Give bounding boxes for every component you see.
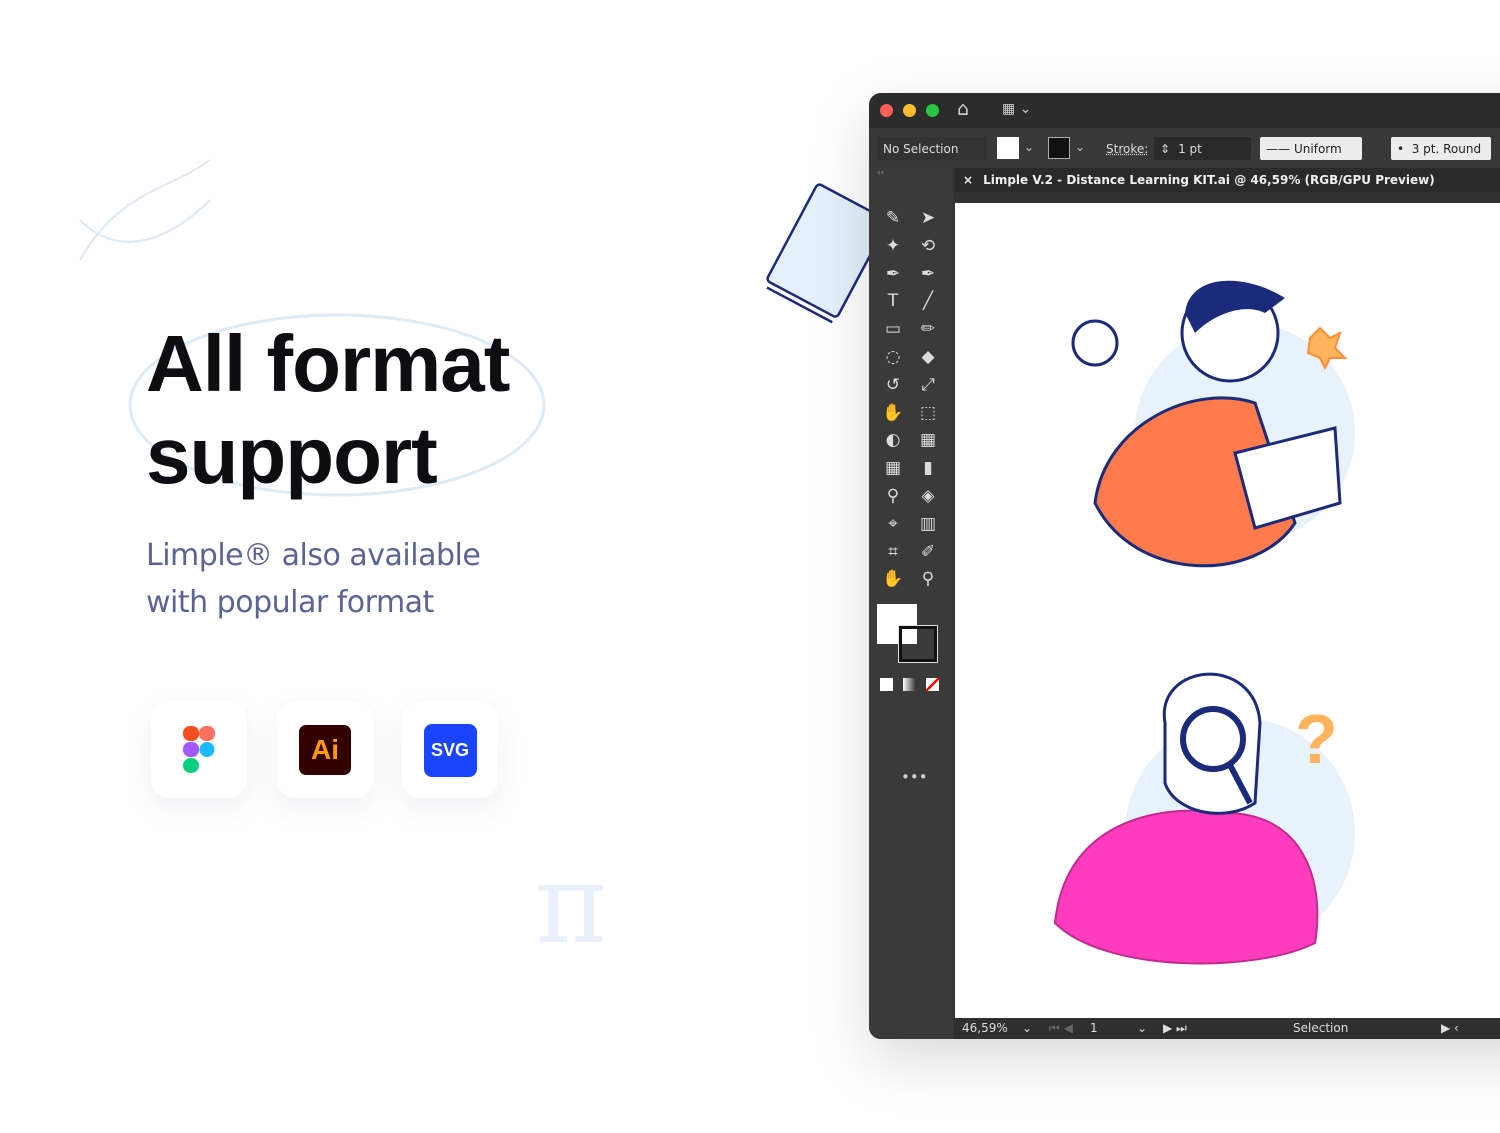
subtitle: Limple® also available with popular forma… [146,532,480,626]
home-icon[interactable]: ⌂ [957,98,969,120]
svg-text:?: ? [1295,700,1338,778]
more-tools-icon[interactable]: ••• [901,768,928,786]
page-title: All format support [146,318,509,502]
tool-button-20[interactable]: ⚲ [878,484,908,508]
chevron-down-icon[interactable]: ⌄ [1024,140,1034,154]
artboard-canvas[interactable]: ? [955,203,1500,1018]
svg-icon: SVG [424,724,477,777]
tool-button-14[interactable]: ✋ [878,401,908,425]
color-mode-button[interactable] [880,678,893,691]
chevron-down-icon[interactable]: ⌄ [1137,1021,1147,1035]
none-mode-button[interactable] [926,678,939,691]
illustrator-icon: Ai [299,725,351,775]
illustrator-card: Ai [277,702,373,798]
chevron-down-icon[interactable]: ⌄ [1022,1021,1032,1035]
next-artboard-icon[interactable]: ▶ ⏭ [1163,1021,1187,1036]
stroke-weight-value[interactable]: 1 pt [1178,142,1202,156]
status-menu-icon[interactable]: ▶ ‹ [1441,1021,1459,1035]
illustrator-window: ⌂ ▦ ⌄ No Selection ⌄ ⌄ Stroke: ⇕ 1 pt —— … [869,93,1500,1039]
tool-button-21[interactable]: ◈ [913,484,943,508]
tool-button-15[interactable]: ⬚ [913,401,943,425]
tool-button-23[interactable]: ▥ [913,512,943,536]
dna-decoration [60,150,230,280]
tool-button-2[interactable]: ✦ [878,234,908,258]
document-tab[interactable]: × Limple V.2 - Distance Learning KIT.ai @… [955,168,1500,192]
title-bar: ⌂ ▦ ⌄ [869,93,1500,128]
tool-button-16[interactable]: ◐ [878,428,908,452]
figma-icon [183,726,215,774]
tool-button-10[interactable]: ◌ [878,345,908,369]
collapse-panel-icon[interactable]: ‹‹ [877,168,884,178]
control-bar: No Selection ⌄ ⌄ Stroke: ⇕ 1 pt —— Unifor… [869,128,1500,168]
stroke-weight-field[interactable]: ⇕ 1 pt [1154,137,1251,160]
tool-button-13[interactable]: ⤢ [913,373,943,397]
gradient-mode-button[interactable] [903,678,916,691]
tool-button-17[interactable]: ▦ [913,428,943,452]
tool-button-6[interactable]: T [878,289,908,313]
tool-button-25[interactable]: ✐ [913,540,943,564]
document-title: Limple V.2 - Distance Learning KIT.ai @ … [983,173,1435,187]
zoom-level[interactable]: 46,59% [962,1021,1008,1035]
tool-button-18[interactable]: ▦ [878,456,908,480]
tool-button-1[interactable]: ➤ [913,206,943,230]
first-artboard-icon[interactable]: ⏮ ◀ [1049,1021,1073,1036]
selection-label: No Selection [877,137,987,160]
stroke-color[interactable] [899,626,937,662]
tool-button-8[interactable]: ▭ [878,317,908,341]
svg-card: SVG [402,702,498,798]
variable-width-profile[interactable]: —— Uniform [1260,137,1362,160]
pi-decoration: π [535,840,607,968]
fill-swatch[interactable] [997,137,1019,159]
maximize-window-button[interactable] [926,104,939,117]
tool-button-11[interactable]: ◆ [913,345,943,369]
tools-panel: ‹‹ ••• ✎ ➤ ✦ ⟲ ✒ ✒ T ╱ ▭ ✏ ◌ ◆ ↺ ⤢ ✋ ⬚ ◐ ▦ ▦ ▮ ⚲ ◈ ⌖ ▥ ⌗ ✐ ✋ ⚲ [869,168,953,1039]
tool-button-7[interactable]: ╱ [913,289,943,313]
minimize-window-button[interactable] [903,104,916,117]
figma-card [151,702,247,798]
illustration-artwork: ? [955,203,1500,1018]
close-tab-icon[interactable]: × [963,173,973,187]
brush-definition[interactable]: • 3 pt. Round [1391,137,1491,160]
current-tool-label: Selection [1293,1021,1348,1035]
workspace-layout-icon[interactable]: ▦ ⌄ [1002,101,1031,117]
tool-button-5[interactable]: ✒ [913,262,943,286]
stroke-label: Stroke: [1106,142,1148,156]
tool-button-3[interactable]: ⟲ [913,234,943,258]
status-bar: 46,59% ⌄ ⏮ ◀ 1 ⌄ ▶ ⏭ Selection ▶ ‹ [955,1018,1500,1039]
artboard-number[interactable]: 1 [1090,1021,1098,1035]
close-window-button[interactable] [880,104,893,117]
tool-button-12[interactable]: ↺ [878,373,908,397]
tool-button-26[interactable]: ✋ [878,567,908,591]
tool-button-24[interactable]: ⌗ [878,540,908,564]
tool-button-0[interactable]: ✎ [878,206,908,230]
tool-button-4[interactable]: ✒ [878,262,908,286]
chevron-down-icon[interactable]: ⌄ [1075,140,1085,154]
stroke-swatch[interactable] [1048,137,1070,159]
tool-button-27[interactable]: ⚲ [913,567,943,591]
tool-button-19[interactable]: ▮ [913,456,943,480]
tool-button-22[interactable]: ⌖ [878,512,908,536]
tool-button-9[interactable]: ✏ [913,317,943,341]
